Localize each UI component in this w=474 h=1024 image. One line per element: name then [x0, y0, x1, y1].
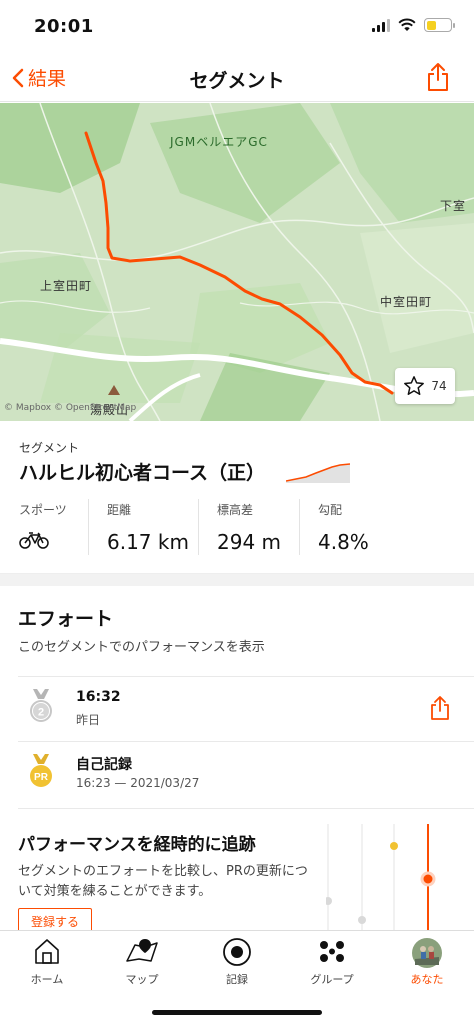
map-label-golf: JGMベルエアGC — [170, 135, 268, 149]
tab-label: ホーム — [30, 973, 64, 986]
share-icon — [428, 63, 448, 91]
pr-detail: 16:23 — 2021/03/27 — [76, 776, 200, 790]
wifi-icon — [398, 18, 416, 31]
status-time: 20:01 — [34, 16, 94, 37]
effort-share-button[interactable] — [430, 695, 450, 725]
map-label-kami: 上室田町 — [40, 279, 93, 293]
map-label-shimo: 下室 — [440, 199, 467, 213]
nav-bar: 結果 セグメント — [0, 56, 474, 102]
status-bar: 20:01 — [0, 0, 474, 56]
stat-sport: スポーツ — [0, 499, 88, 555]
record-icon — [223, 938, 251, 966]
groups-icon — [320, 941, 344, 962]
efforts-title: エフォート — [18, 608, 114, 630]
stat-distance: 距離 6.17 km — [88, 499, 198, 555]
promo-text: セグメントのエフォートを比較し、PRの更新について対策を練ることができます。 — [18, 864, 308, 899]
stat-value: 4.8% — [318, 530, 369, 554]
tab-map[interactable]: マップ — [95, 931, 189, 995]
tab-label: マップ — [125, 973, 159, 986]
signal-icon — [372, 18, 390, 32]
share-icon — [431, 696, 449, 720]
stat-elevation: 標高差 294 m — [198, 499, 299, 555]
stat-value: 6.17 km — [107, 530, 189, 554]
home-icon — [35, 939, 59, 964]
tab-groups[interactable]: グループ — [285, 931, 379, 995]
pr-badge: PR — [34, 772, 49, 783]
battery-icon — [424, 18, 455, 32]
avatar-icon — [412, 938, 442, 968]
segment-stats: スポーツ 距離 6.17 km 標高差 294 m 勾配 4.8% — [0, 499, 474, 555]
segment-type-label: セグメント — [19, 441, 80, 455]
status-icons — [372, 18, 455, 32]
pr-title: 自己記録 — [76, 757, 132, 773]
effort-date: 昨日 — [76, 713, 101, 727]
share-button[interactable] — [426, 62, 450, 96]
tab-home[interactable]: ホーム — [0, 931, 94, 995]
promo-title: パフォーマンスを経時的に追跡 — [18, 835, 256, 855]
stat-label: 距離 — [107, 503, 132, 517]
map-label-naka: 中室田町 — [380, 295, 433, 309]
segment-info: セグメント ハルヒル初心者コース（正） スポーツ 距離 6.17 km 標高差 … — [0, 421, 474, 574]
effort-time: 16:32 — [76, 689, 121, 705]
silver-medal-icon: 2 — [30, 689, 52, 722]
tab-label: 記録 — [226, 973, 248, 986]
section-divider — [0, 574, 474, 586]
personal-record-row[interactable]: PR 自己記録 16:23 — 2021/03/27 — [18, 741, 474, 809]
stat-grade: 勾配 4.8% — [299, 499, 387, 555]
page-title: セグメント — [189, 70, 285, 92]
efforts-subtitle: このセグメントでのパフォーマンスを表示 — [18, 640, 265, 655]
map-icon — [126, 939, 158, 962]
stat-label: 勾配 — [318, 503, 343, 517]
bike-icon — [19, 532, 49, 549]
tab-label: グループ — [310, 973, 354, 986]
subscribe-button[interactable]: 登録する — [18, 908, 92, 930]
elevation-profile-icon — [286, 463, 350, 483]
tab-you[interactable]: あなた — [380, 931, 474, 995]
star-segment-button[interactable]: 74 — [395, 368, 455, 404]
star-icon — [404, 376, 425, 395]
subscription-promo: パフォーマンスを経時的に追跡 セグメントのエフォートを比較し、PRの更新について… — [0, 812, 474, 930]
trend-chart-illustration — [326, 824, 436, 930]
home-indicator — [152, 1010, 322, 1015]
pr-medal-icon: PR — [30, 754, 52, 787]
stat-label: 標高差 — [217, 503, 254, 517]
medal-rank: 2 — [38, 707, 44, 719]
effort-row[interactable]: 2 16:32 昨日 — [18, 676, 474, 740]
map-attribution: © Mapbox © OpenStreetMap — [4, 403, 137, 413]
segment-name: ハルヒル初心者コース（正） — [19, 462, 266, 484]
stat-value: 294 m — [217, 530, 282, 554]
tab-record[interactable]: 記録 — [190, 931, 284, 995]
tab-label: あなた — [410, 973, 444, 986]
star-count: 74 — [431, 379, 447, 393]
stat-label: スポーツ — [19, 503, 67, 517]
